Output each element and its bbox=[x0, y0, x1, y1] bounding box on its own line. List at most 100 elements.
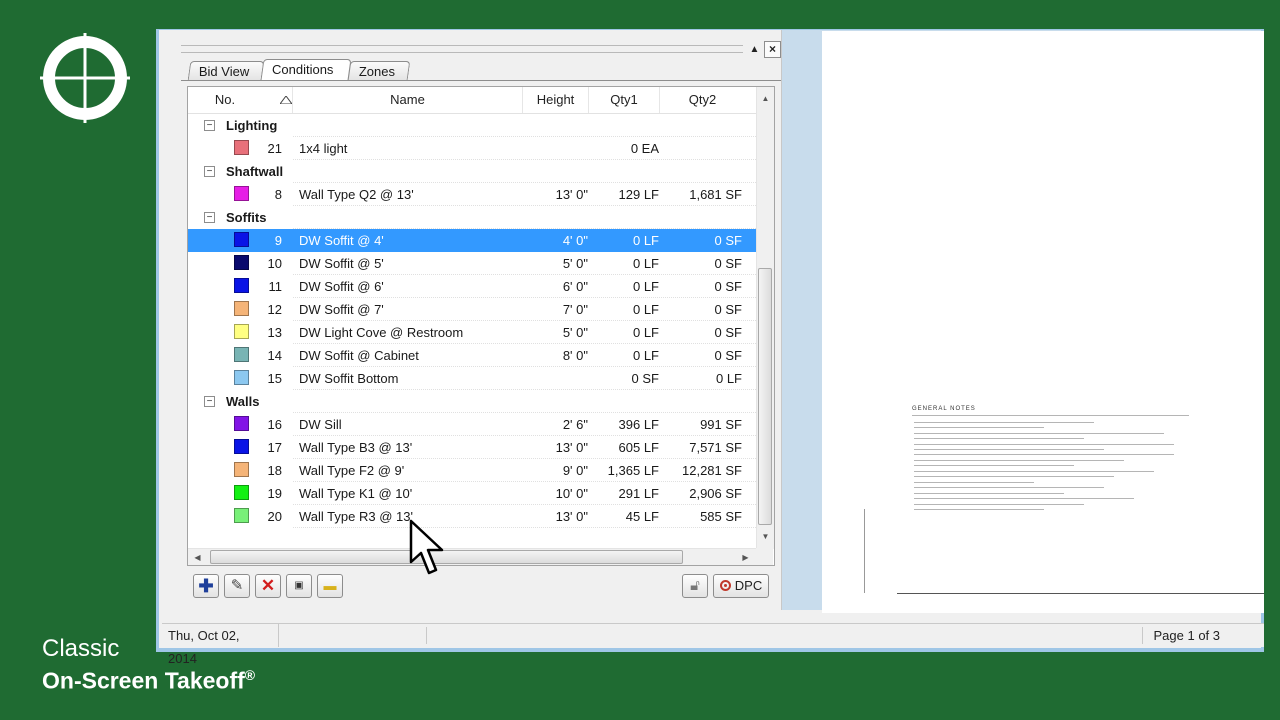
group-row[interactable]: − Soffits bbox=[188, 206, 756, 229]
tab-divider bbox=[181, 80, 781, 81]
condition-number: 18 bbox=[267, 463, 282, 478]
condition-name: DW Sill bbox=[299, 417, 342, 432]
notes-text-line bbox=[914, 498, 1134, 499]
condition-row[interactable]: 12 DW Soffit @ 7' 7' 0" 0 LF 0 SF bbox=[188, 298, 756, 321]
condition-qty2: 585 SF bbox=[700, 509, 742, 524]
condition-row[interactable]: 19 Wall Type K1 @ 10' 10' 0" 291 LF 2,906 SF bbox=[188, 482, 756, 505]
collapse-toggle-icon[interactable]: − bbox=[204, 166, 215, 177]
group-row[interactable]: − Shaftwall bbox=[188, 160, 756, 183]
condition-qty2: 0 SF bbox=[714, 256, 742, 271]
lock-button[interactable]: 🔓︎ bbox=[682, 574, 708, 598]
condition-height bbox=[524, 367, 588, 390]
condition-height: 10' 0" bbox=[555, 486, 588, 501]
collapse-toggle-icon[interactable]: − bbox=[204, 396, 215, 407]
conditions-grid: No. Name Height Qty1 Qty2 − Lighting 21 1x4… bbox=[187, 86, 775, 566]
horizontal-scroll-thumb[interactable] bbox=[210, 550, 683, 564]
lock-icon: 🔓︎ bbox=[690, 577, 700, 594]
notes-text-line bbox=[914, 487, 1104, 488]
tab-bid-view[interactable]: Bid View bbox=[187, 61, 265, 80]
condition-color-swatch bbox=[234, 232, 249, 247]
vertical-scrollbar[interactable]: ▲ ▼ bbox=[756, 87, 774, 549]
notes-text-line bbox=[914, 438, 1084, 439]
condition-height: 13' 0" bbox=[555, 509, 588, 524]
condition-row[interactable]: 20 Wall Type R3 @ 13' 13' 0" 45 LF 585 SF bbox=[188, 505, 756, 528]
general-notes-title: GENERAL NOTES bbox=[912, 406, 976, 412]
condition-row[interactable]: 8 Wall Type Q2 @ 13' 13' 0" 129 LF 1,681 SF bbox=[188, 183, 756, 206]
condition-row[interactable]: 9 DW Soffit @ 4' 4' 0" 0 LF 0 SF bbox=[188, 229, 756, 252]
status-date: Thu, Oct 02, 2014 bbox=[168, 624, 279, 666]
grid-header: No. Name Height Qty1 Qty2 bbox=[188, 87, 756, 114]
condition-color-swatch bbox=[234, 347, 249, 362]
scroll-right-arrow-icon[interactable]: ▶ bbox=[738, 550, 753, 565]
condition-number: 11 bbox=[268, 279, 283, 294]
group-label: Walls bbox=[226, 394, 260, 409]
condition-name: DW Soffit @ 4' bbox=[299, 233, 384, 248]
dpc-target-icon bbox=[719, 580, 731, 591]
dpc-button[interactable]: DPC bbox=[713, 574, 769, 598]
pencil-icon: ✎ bbox=[230, 577, 244, 594]
horizontal-scrollbar[interactable]: ◀ ▶ bbox=[188, 548, 756, 565]
condition-row[interactable]: 18 Wall Type F2 @ 9' 9' 0" 1,365 LF 12,281 S… bbox=[188, 459, 756, 482]
group-label: Lighting bbox=[226, 118, 278, 133]
notes-text-line bbox=[914, 449, 1104, 450]
scroll-left-arrow-icon[interactable]: ◀ bbox=[190, 550, 205, 565]
notes-text-line bbox=[914, 465, 1074, 466]
crosshair-logo-icon bbox=[40, 33, 130, 123]
condition-name: 1x4 light bbox=[299, 141, 348, 156]
column-header-qty2[interactable]: Qty2 bbox=[660, 87, 745, 113]
condition-row[interactable]: 10 DW Soffit @ 5' 5' 0" 0 LF 0 SF bbox=[188, 252, 756, 275]
properties-button[interactable]: ▣ bbox=[286, 574, 312, 598]
tab-conditions[interactable]: Conditions bbox=[260, 59, 352, 80]
condition-qty2 bbox=[664, 137, 742, 160]
column-header-name[interactable]: Name bbox=[293, 87, 523, 113]
scroll-down-arrow-icon[interactable]: ▼ bbox=[758, 529, 773, 544]
conditions-pane: ▲ × Bid View Zones Conditions No. Name H… bbox=[169, 30, 782, 610]
column-header-qty1[interactable]: Qty1 bbox=[589, 87, 660, 113]
collapse-toggle-icon[interactable]: − bbox=[204, 120, 215, 131]
status-separator bbox=[1142, 627, 1143, 644]
condition-qty2: 0 SF bbox=[714, 279, 742, 294]
condition-row[interactable]: 13 DW Light Cove @ Restroom 5' 0" 0 LF 0 SF bbox=[188, 321, 756, 344]
tab-zones[interactable]: Zones bbox=[347, 61, 411, 80]
pane-grip[interactable] bbox=[181, 45, 743, 53]
notes-text-line bbox=[914, 493, 1064, 494]
condition-row[interactable]: 14 DW Soffit @ Cabinet 8' 0" 0 LF 0 SF bbox=[188, 344, 756, 367]
condition-number: 16 bbox=[267, 417, 282, 432]
notes-text-line bbox=[914, 476, 1114, 477]
condition-height bbox=[524, 137, 588, 160]
condition-number: 14 bbox=[267, 348, 282, 363]
app-window: GENERAL NOTES ▲ × Bid View Zones Conditi… bbox=[156, 29, 1264, 666]
status-separator bbox=[426, 627, 427, 644]
pane-menu-button[interactable]: ▲ bbox=[747, 42, 762, 57]
condition-color-swatch bbox=[234, 416, 249, 431]
condition-qty2: 2,906 SF bbox=[689, 486, 742, 501]
condition-row[interactable]: 21 1x4 light 0 EA bbox=[188, 137, 756, 160]
condition-row[interactable]: 15 DW Soffit Bottom 0 SF 0 LF bbox=[188, 367, 756, 390]
condition-qty1: 0 LF bbox=[632, 279, 659, 294]
edit-condition-button[interactable]: ✎ bbox=[224, 574, 250, 598]
condition-row[interactable]: 11 DW Soffit @ 6' 6' 0" 0 LF 0 SF bbox=[188, 275, 756, 298]
condition-height: 6' 0" bbox=[562, 279, 588, 294]
new-folder-button[interactable]: ▬ bbox=[317, 574, 343, 598]
condition-row[interactable]: 16 DW Sill 2' 6" 396 LF 991 SF bbox=[188, 413, 756, 436]
condition-qty2: 991 SF bbox=[700, 417, 742, 432]
vertical-scroll-thumb[interactable] bbox=[758, 268, 772, 525]
notes-text-line bbox=[912, 415, 1189, 416]
group-row[interactable]: − Walls bbox=[188, 390, 756, 413]
condition-height: 8' 0" bbox=[562, 348, 588, 363]
group-label: Soffits bbox=[226, 210, 267, 225]
column-header-no[interactable]: No. bbox=[188, 87, 293, 113]
condition-number: 21 bbox=[267, 141, 282, 156]
condition-row[interactable]: 17 Wall Type B3 @ 13' 13' 0" 605 LF 7,571 SF bbox=[188, 436, 756, 459]
condition-color-swatch bbox=[234, 508, 249, 523]
group-row[interactable]: − Lighting bbox=[188, 114, 756, 137]
collapse-toggle-icon[interactable]: − bbox=[204, 212, 215, 223]
add-condition-button[interactable]: ✚ bbox=[193, 574, 219, 598]
properties-icon: ▣ bbox=[294, 580, 304, 591]
scroll-up-arrow-icon[interactable]: ▲ bbox=[758, 91, 773, 106]
column-header-height[interactable]: Height bbox=[523, 87, 589, 113]
delete-condition-button[interactable]: ✕ bbox=[255, 574, 281, 598]
group-label: Shaftwall bbox=[226, 164, 284, 179]
pane-close-button[interactable]: × bbox=[764, 41, 781, 58]
drawing-sheet[interactable]: GENERAL NOTES bbox=[822, 31, 1264, 613]
